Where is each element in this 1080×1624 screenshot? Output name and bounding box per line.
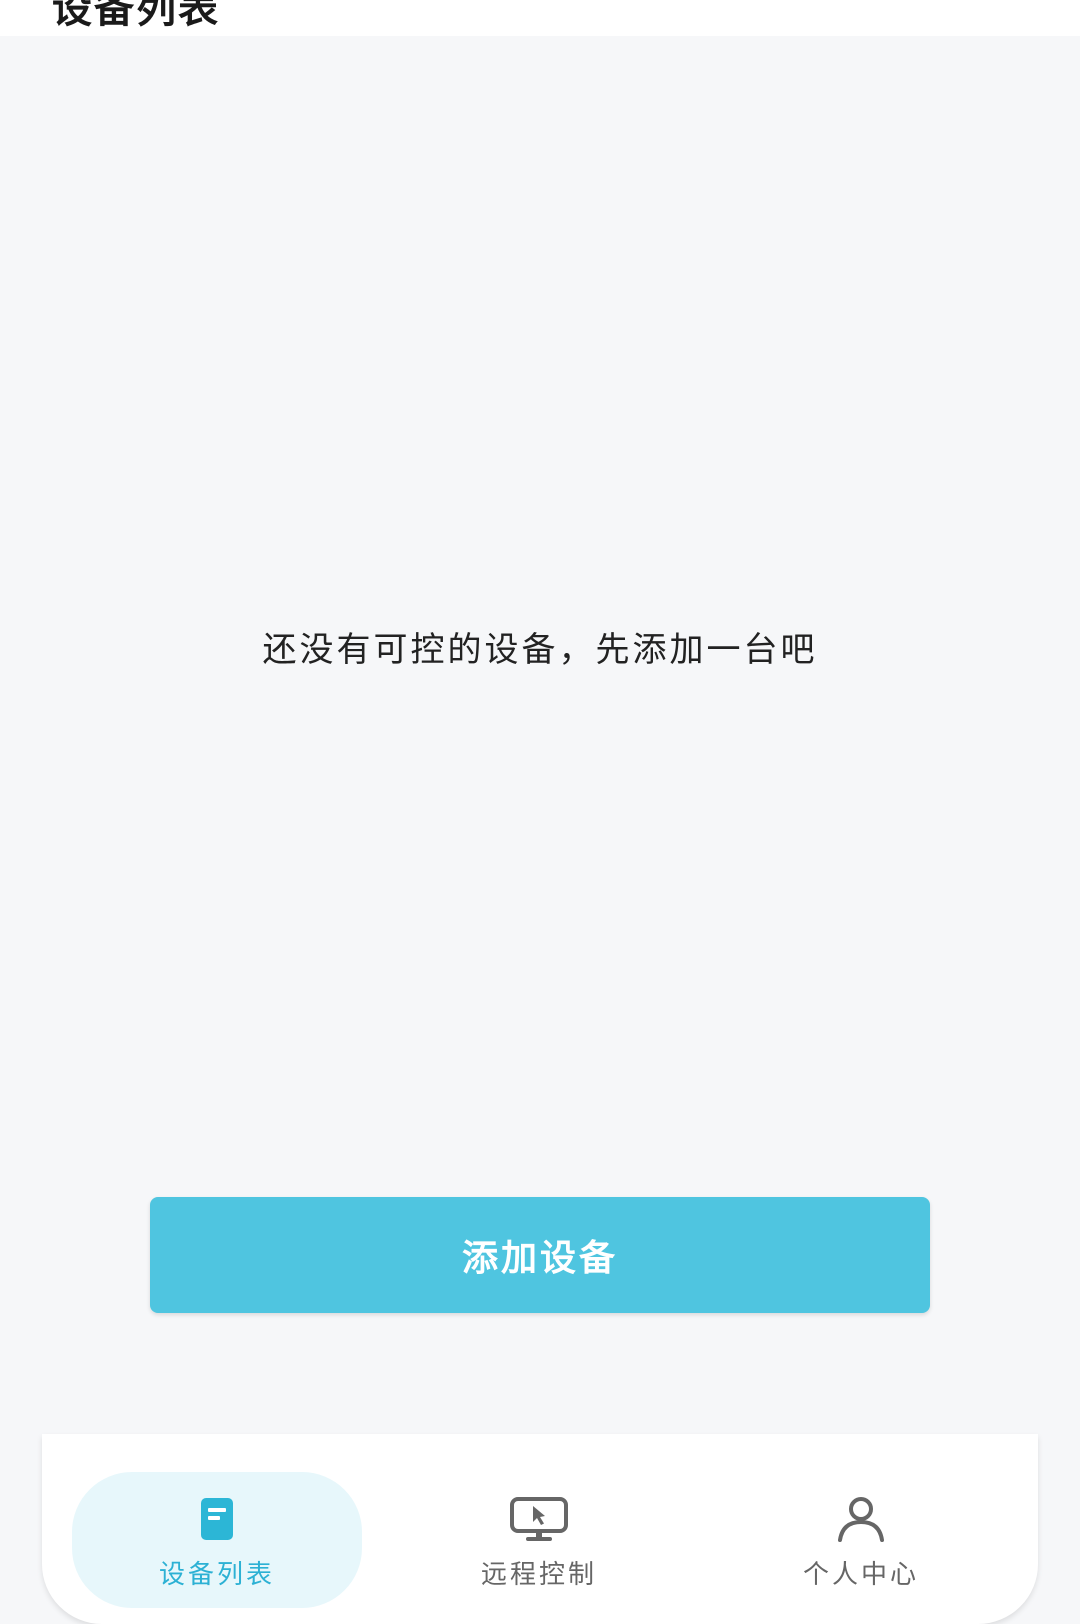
header: 设备列表 xyxy=(0,0,1080,36)
page-title: 设备列表 xyxy=(52,0,220,32)
bottom-tab-bar: 设备列表 远程控制 个人中心 xyxy=(42,1434,1038,1624)
tab-device-list[interactable]: 设备列表 xyxy=(72,1472,362,1608)
device-list-icon xyxy=(187,1494,247,1544)
tab-personal-center[interactable]: 个人中心 xyxy=(716,1472,1006,1608)
tab-label: 设备列表 xyxy=(158,1560,275,1590)
tab-label: 远程控制 xyxy=(480,1560,597,1590)
remote-monitor-icon xyxy=(509,1494,569,1544)
person-icon xyxy=(831,1494,891,1544)
tab-remote-control[interactable]: 远程控制 xyxy=(394,1472,684,1608)
tab-label: 个人中心 xyxy=(802,1560,919,1590)
empty-state-message: 还没有可控的设备，先添加一台吧 xyxy=(262,630,818,670)
add-device-button[interactable]: 添加设备 xyxy=(150,1197,930,1313)
